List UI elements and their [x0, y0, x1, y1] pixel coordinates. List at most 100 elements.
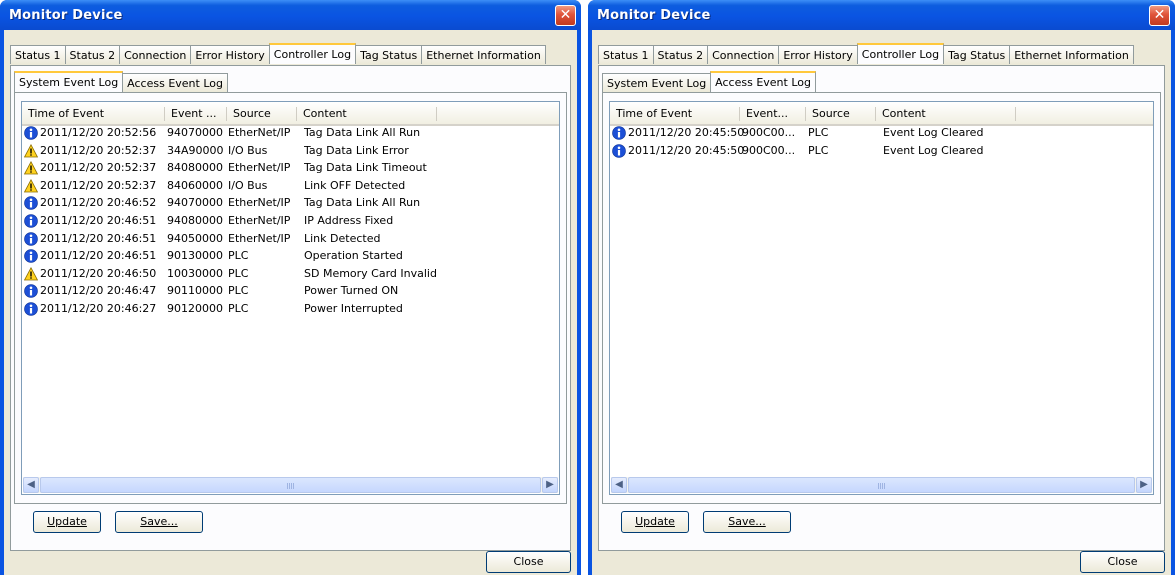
horizontal-scrollbar[interactable]: ◀ ▶: [23, 477, 558, 493]
column-header-event[interactable]: Event ...: [165, 107, 227, 121]
cell-source: PLC: [808, 126, 829, 139]
log-subtab-strip: System Event Log Access Event Log: [602, 71, 816, 92]
tab-status-1[interactable]: Status 1: [10, 45, 66, 64]
tab-tag-status[interactable]: Tag Status: [355, 45, 423, 64]
subtab-system-event-log[interactable]: System Event Log: [14, 71, 124, 92]
tab-error-history[interactable]: Error History: [778, 45, 858, 64]
cell-content: Link OFF Detected: [304, 178, 406, 192]
cell-source: I/O Bus: [228, 178, 268, 192]
title-bar[interactable]: Monitor Device ✕: [588, 0, 1175, 30]
cell-event-code: 94070000: [167, 196, 223, 210]
cell-event-code: 90110000: [167, 284, 223, 298]
access-event-log-page: Time of Event Event... Source Content 20…: [602, 92, 1161, 504]
table-row[interactable]: 2011/12/20 20:45:50 900C00... PLC Event Log…: [610, 142, 1153, 160]
subtab-system-event-log[interactable]: System Event Log: [602, 73, 712, 92]
window-client-area: Status 1 Status 2 Connection Error History C…: [592, 30, 1171, 575]
window-client-area: Status 1 Status 2 Connection Error History C…: [4, 30, 577, 575]
table-row[interactable]: 2011/12/20 20:52:37 84060000 I/O Bus Link O…: [22, 177, 559, 195]
cell-content: SD Memory Card Invalid: [304, 266, 437, 280]
update-button[interactable]: Update: [621, 511, 689, 533]
close-button[interactable]: Close: [1080, 551, 1165, 573]
close-button[interactable]: Close: [486, 551, 571, 573]
window-title: Monitor Device: [9, 8, 123, 23]
cell-event-code: 900C00...: [742, 126, 796, 139]
cell-content: Tag Data Link Error: [304, 143, 409, 157]
table-row[interactable]: 2011/12/20 20:46:51 94080000 EtherNet/IP IP…: [22, 212, 559, 230]
cell-source: EtherNet/IP: [228, 126, 291, 139]
cell-source: PLC: [228, 266, 249, 280]
scroll-left-icon[interactable]: ◀: [23, 477, 39, 493]
tab-connection[interactable]: Connection: [119, 45, 192, 64]
tab-controller-log[interactable]: Controller Log: [856, 43, 945, 64]
table-row[interactable]: 2011/12/20 20:46:52 94070000 EtherNet/IP Ta…: [22, 194, 559, 212]
scroll-thumb[interactable]: [40, 477, 541, 493]
cell-source: I/O Bus: [228, 143, 268, 157]
monitor-device-window-system: Monitor Device ✕ Status 1 Status 2 Connect…: [0, 0, 581, 575]
table-row[interactable]: 2011/12/20 20:46:51 94050000 EtherNet/IP Li…: [22, 230, 559, 248]
tab-ethernet-information[interactable]: Ethernet Information: [1009, 45, 1134, 64]
scroll-right-icon[interactable]: ▶: [542, 477, 558, 493]
close-icon[interactable]: ✕: [555, 5, 576, 26]
table-row[interactable]: 2011/12/20 20:46:27 90120000 PLC Power Inte…: [22, 300, 559, 318]
subtab-access-event-log[interactable]: Access Event Log: [710, 71, 816, 92]
table-row[interactable]: 2011/12/20 20:52:56 94070000 EtherNet/IP Ta…: [22, 124, 559, 142]
cell-content: Power Interrupted: [304, 301, 403, 315]
tab-status-2[interactable]: Status 2: [64, 45, 121, 64]
info-icon: [24, 249, 38, 263]
cell-event-code: 90120000: [167, 301, 223, 315]
column-header-source[interactable]: Source: [806, 107, 876, 121]
tab-status-2[interactable]: Status 2: [652, 45, 709, 64]
tab-status-1[interactable]: Status 1: [598, 45, 654, 64]
warning-icon: [23, 178, 39, 193]
info-icon: [24, 302, 38, 316]
cell-content: Tag Data Link Timeout: [304, 161, 427, 175]
cell-source: PLC: [228, 249, 249, 263]
tab-controller-log[interactable]: Controller Log: [268, 43, 357, 64]
scroll-left-icon[interactable]: ◀: [611, 477, 627, 493]
tab-ethernet-information[interactable]: Ethernet Information: [421, 45, 546, 64]
info-icon: [24, 214, 38, 228]
subtab-access-event-log[interactable]: Access Event Log: [122, 73, 228, 92]
controller-log-tab-page: System Event Log Access Event Log Time of…: [10, 65, 571, 551]
cell-event-code: 94050000: [167, 231, 223, 245]
cell-time: 2011/12/20 20:46:27: [40, 301, 157, 315]
save-button[interactable]: Save...: [703, 511, 791, 533]
cell-event-code: 94070000: [167, 126, 223, 139]
column-header-content[interactable]: Content: [876, 107, 1016, 121]
cell-time: 2011/12/20 20:46:50: [40, 266, 157, 280]
table-row[interactable]: 2011/12/20 20:46:51 90130000 PLC Operation …: [22, 247, 559, 265]
tab-tag-status[interactable]: Tag Status: [943, 45, 1011, 64]
scroll-thumb[interactable]: [628, 477, 1135, 493]
close-icon[interactable]: ✕: [1149, 5, 1170, 26]
column-header-content[interactable]: Content: [297, 107, 437, 121]
column-header-time[interactable]: Time of Event: [610, 107, 740, 121]
scroll-right-icon[interactable]: ▶: [1136, 477, 1152, 493]
table-row[interactable]: 2011/12/20 20:45:50 900C00... PLC Event Log…: [610, 124, 1153, 142]
table-row[interactable]: 2011/12/20 20:46:47 90110000 PLC Power Turn…: [22, 282, 559, 300]
table-row[interactable]: 2011/12/20 20:52:37 34A90000 I/O Bus Tag Da…: [22, 142, 559, 160]
save-button[interactable]: Save...: [115, 511, 203, 533]
cell-content: Tag Data Link All Run: [304, 126, 421, 139]
column-header-event[interactable]: Event...: [740, 107, 806, 121]
cell-time: 2011/12/20 20:52:37: [40, 178, 157, 192]
column-header-time[interactable]: Time of Event: [22, 107, 165, 121]
update-button[interactable]: Update: [33, 511, 101, 533]
horizontal-scrollbar[interactable]: ◀ ▶: [611, 477, 1152, 493]
event-list-view[interactable]: Time of Event Event ... Source Content 2…: [21, 101, 560, 495]
cell-event-code: 90130000: [167, 249, 223, 263]
table-row[interactable]: 2011/12/20 20:52:37 84080000 EtherNet/IP Ta…: [22, 159, 559, 177]
cell-event-code: 84060000: [167, 178, 223, 192]
tab-error-history[interactable]: Error History: [190, 45, 270, 64]
tab-connection[interactable]: Connection: [707, 45, 780, 64]
column-header-source[interactable]: Source: [227, 107, 297, 121]
cell-content: Event Log Cleared: [883, 126, 984, 139]
cell-content: Tag Data Link All Run: [304, 196, 421, 210]
event-list-view[interactable]: Time of Event Event... Source Content 20…: [609, 101, 1154, 495]
cell-source: PLC: [808, 143, 829, 157]
cell-time: 2011/12/20 20:46:51: [40, 213, 157, 227]
event-rows: 2011/12/20 20:45:50 900C00... PLC Event Log…: [610, 124, 1153, 159]
cell-time: 2011/12/20 20:52:37: [40, 161, 157, 175]
system-event-log-page: Time of Event Event ... Source Content 2…: [14, 92, 567, 504]
title-bar[interactable]: Monitor Device ✕: [0, 0, 581, 30]
table-row[interactable]: 2011/12/20 20:46:50 10030000 PLC SD Memory …: [22, 265, 559, 283]
